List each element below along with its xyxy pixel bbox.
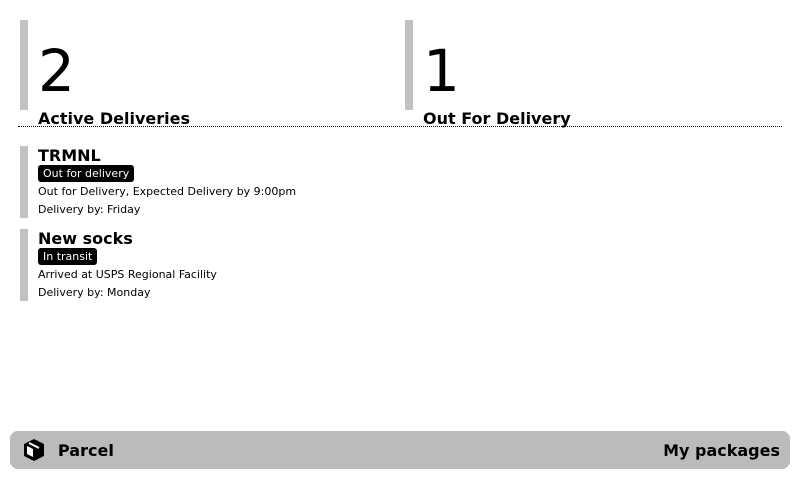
package-title: New socks: [38, 229, 133, 248]
package-accent-bar: [20, 229, 28, 301]
stat-count: 2: [38, 37, 75, 105]
stat-count: 1: [423, 37, 460, 105]
section-divider: [18, 126, 782, 127]
stat-out-for-delivery: 1 Out For Delivery: [405, 20, 780, 128]
package-icon: [24, 439, 44, 461]
stat-accent-bar: [405, 20, 413, 110]
app-name: Parcel: [58, 441, 114, 460]
status-badge: Out for delivery: [38, 165, 135, 182]
title-bar: Parcel My packages: [10, 431, 790, 469]
package-delivery-day: Delivery by: Monday: [38, 286, 151, 299]
status-badge: In transit: [38, 248, 98, 265]
stat-active-deliveries: 2 Active Deliveries: [20, 20, 380, 128]
package-detail: Out for Delivery, Expected Delivery by 9…: [38, 185, 297, 198]
package-item[interactable]: New socks In transit Arrived at USPS Reg…: [20, 229, 420, 301]
stat-accent-bar: [20, 20, 28, 110]
package-delivery-day: Delivery by: Friday: [38, 203, 141, 216]
package-detail: Arrived at USPS Regional Facility: [38, 268, 217, 281]
package-item[interactable]: TRMNL Out for delivery Out for Delivery,…: [20, 146, 420, 218]
instance-label: My packages: [663, 441, 780, 460]
package-title: TRMNL: [38, 146, 101, 165]
package-accent-bar: [20, 146, 28, 218]
